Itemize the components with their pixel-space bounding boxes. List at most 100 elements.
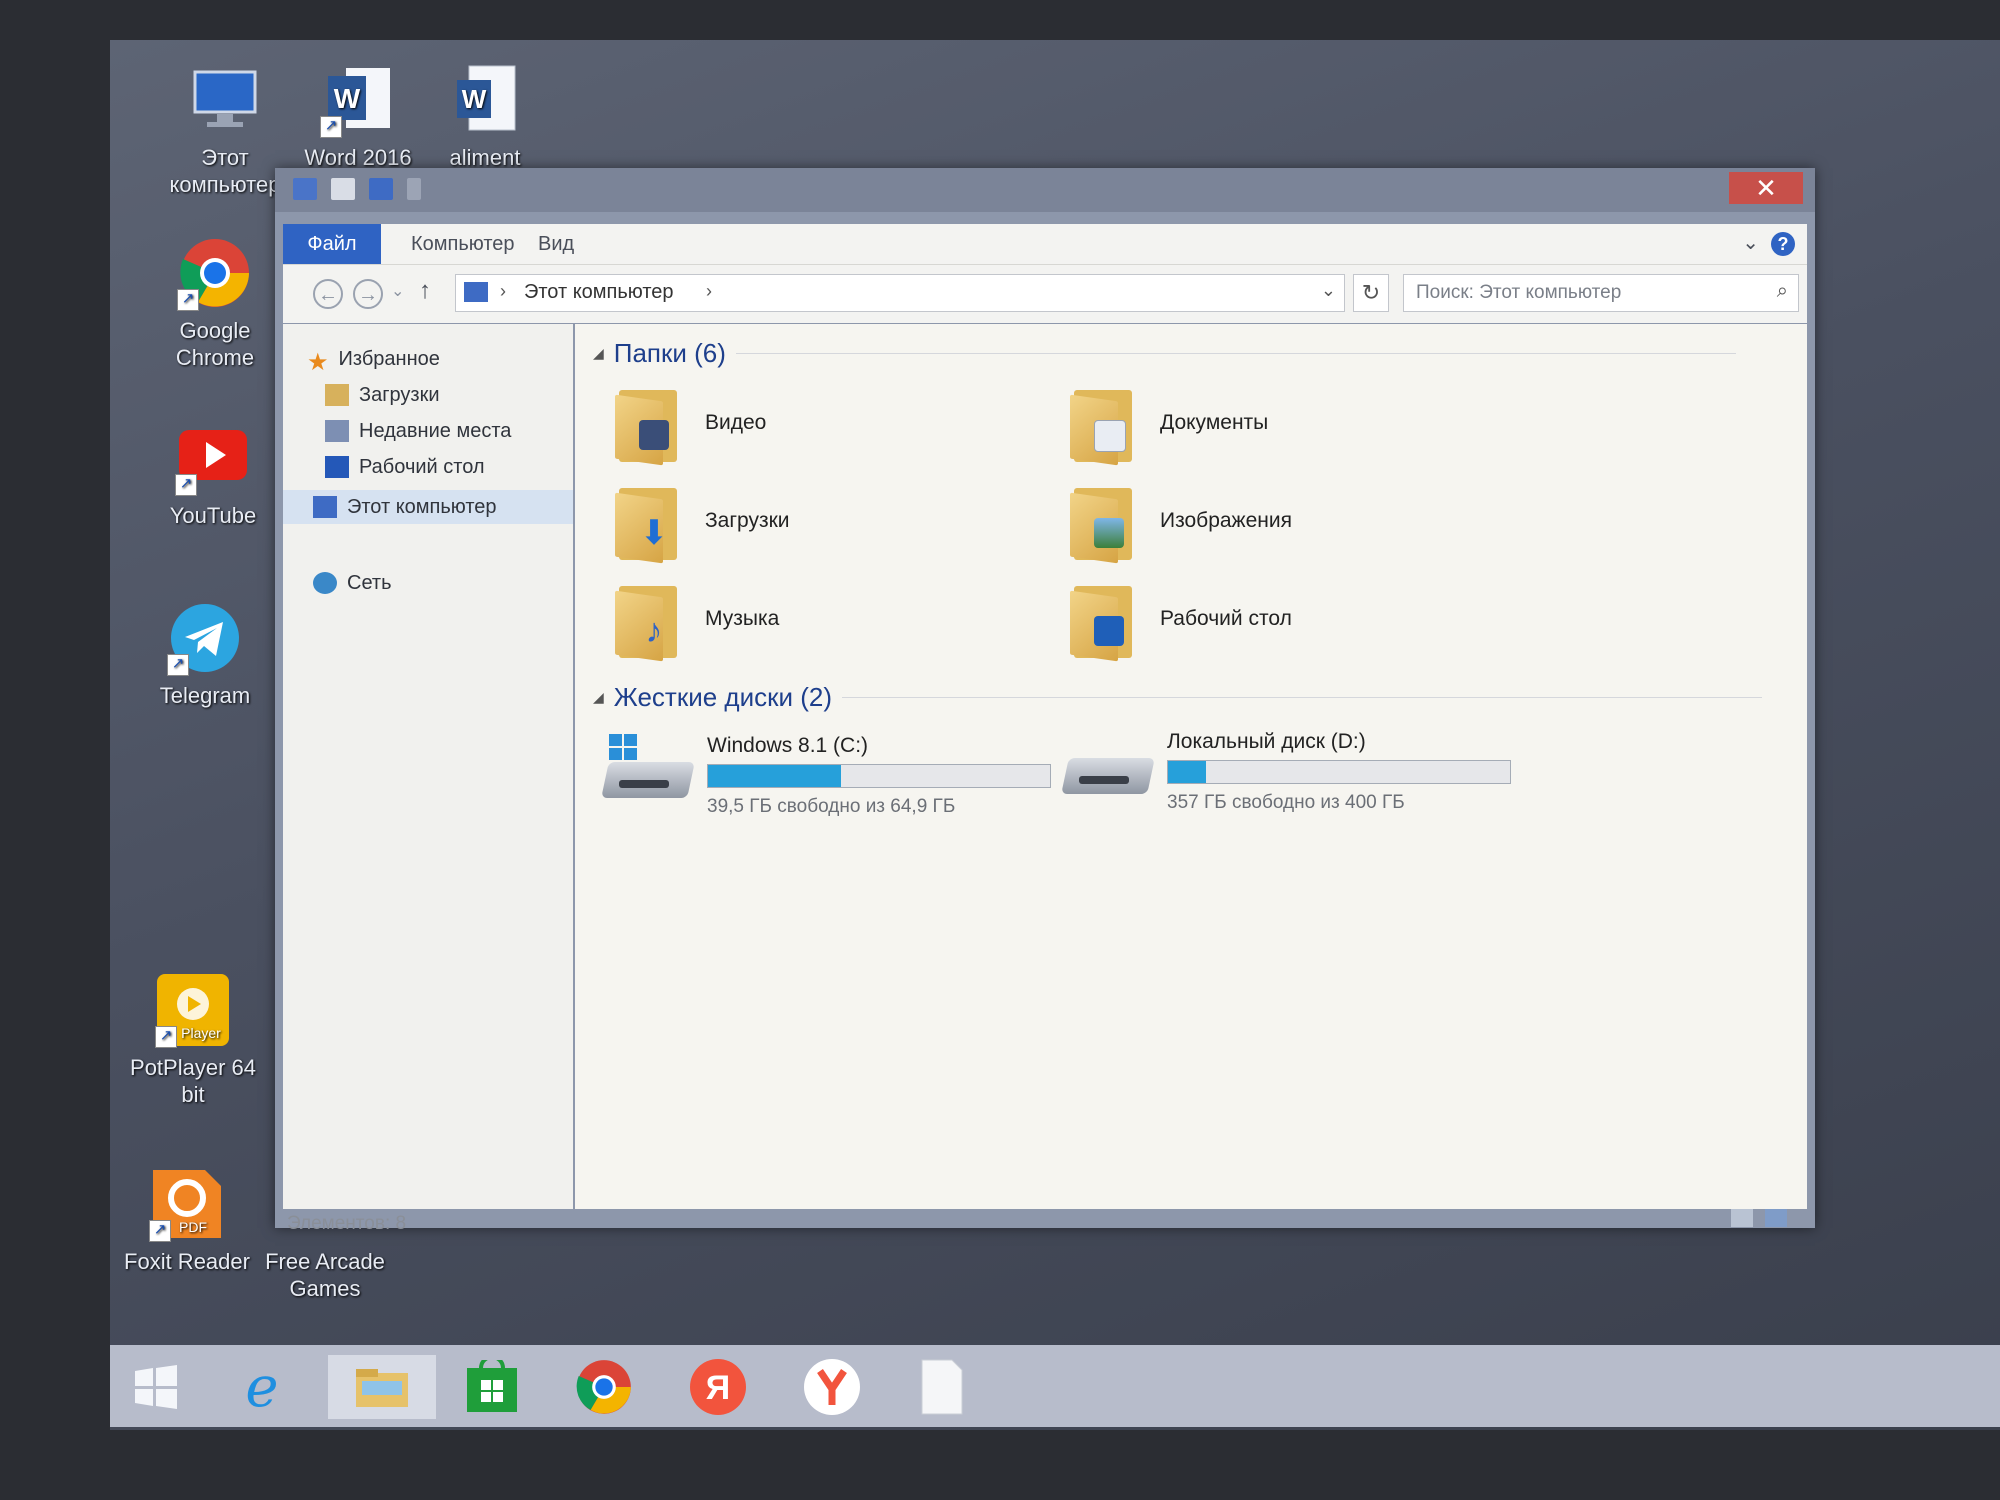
folder-label: Рабочий стол [1160, 607, 1292, 630]
group-divider [735, 353, 1736, 354]
folder-tile-music[interactable]: ♪ Музыка [615, 580, 779, 662]
drives-group-header[interactable]: ◢ Жесткие диски (2) [593, 682, 1763, 713]
this-pc-small-icon [464, 282, 488, 302]
title-bar[interactable]: ✕ [275, 168, 1815, 212]
content-pane: ◢ Папки (6) Видео Документы ⬇ Загрузки И… [575, 324, 1807, 1209]
tab-computer[interactable]: Компьютер [411, 224, 515, 264]
system-drive-icon [601, 734, 695, 804]
nav-recent-places[interactable]: Недавние места [325, 416, 511, 446]
svg-text:W: W [334, 83, 361, 114]
folders-group-header[interactable]: ◢ Папки (6) [593, 338, 1736, 369]
desktop-icon-label: Free Arcade Games [265, 1249, 385, 1301]
drive-usage-fill [1168, 761, 1206, 783]
desktop-icon-aliment[interactable]: W aliment [410, 62, 560, 171]
folder-tile-video[interactable]: Видео [615, 384, 766, 466]
group-divider [842, 697, 1763, 698]
taskbar-file-explorer[interactable] [328, 1355, 436, 1419]
windows-logo-icon [135, 1365, 177, 1409]
desktop-icon-label: YouTube [169, 503, 257, 528]
search-icon: ⌕ [1776, 280, 1788, 302]
shortcut-arrow-icon: ↗ [320, 116, 342, 138]
desktop-folder-icon [325, 456, 349, 478]
desktop-icon-label: Google Chrome [175, 318, 255, 370]
shortcut-arrow-icon: ↗ [175, 474, 197, 496]
chevron-down-icon[interactable]: ⌄ [1742, 230, 1759, 255]
help-icon[interactable]: ? [1771, 232, 1795, 256]
folder-tile-pictures[interactable]: Изображения [1070, 482, 1292, 564]
refresh-button[interactable]: ↻ [1353, 274, 1389, 312]
taskbar-internet-explorer[interactable]: e [230, 1355, 294, 1420]
status-bar: Элементов: 8 [283, 1209, 1807, 1239]
document-icon [921, 1359, 963, 1415]
potplayer-badge: Player [181, 1025, 221, 1041]
taskbar-notepad[interactable] [910, 1355, 974, 1419]
properties-icon[interactable] [331, 178, 355, 200]
recent-locations-chevron-icon[interactable]: ⌄ [391, 281, 404, 301]
desktop-icon-youtube[interactable]: ↗ YouTube [138, 420, 288, 529]
forward-button[interactable]: → [353, 279, 383, 309]
drive-tile-d[interactable]: Локальный диск (D:) 357 ГБ свободно из 4… [1061, 730, 1511, 814]
collapse-triangle-icon[interactable]: ◢ [593, 345, 604, 362]
nav-this-pc[interactable]: Этот компьютер [313, 492, 497, 522]
start-button[interactable] [124, 1355, 188, 1419]
taskbar-windows-store[interactable] [460, 1355, 524, 1419]
telegram-icon: ↗ [167, 600, 243, 676]
navigation-pane: ★ Избранное Загрузки Недавние места Рабо… [283, 324, 573, 1209]
folder-label: Загрузки [705, 509, 790, 532]
nav-network[interactable]: Сеть [313, 568, 391, 598]
recent-places-icon [325, 420, 349, 442]
local-drive-icon [1061, 730, 1155, 800]
item-count: Элементов: 8 [287, 1213, 407, 1234]
this-pc-small-icon[interactable] [293, 178, 317, 200]
documents-folder-icon [1070, 384, 1136, 466]
desktop-icon-label: PotPlayer 64 bit [130, 1055, 256, 1107]
drives-group-title: Жесткие диски (2) [613, 682, 833, 712]
up-button[interactable]: ↑ [419, 277, 431, 305]
drive-tile-c[interactable]: Windows 8.1 (C:) 39,5 ГБ свободно из 64,… [601, 734, 1051, 818]
desktop-icon-chrome[interactable]: ↗ Google Chrome [140, 235, 290, 371]
svg-text:Я: Я [706, 1369, 730, 1407]
address-dropdown-icon[interactable]: ⌄ [1321, 280, 1336, 301]
downloads-folder-icon [325, 384, 349, 406]
folder-tile-downloads[interactable]: ⬇ Загрузки [615, 482, 790, 564]
close-button[interactable]: ✕ [1729, 172, 1803, 204]
monitor-icon [187, 62, 263, 138]
drive-label: Windows 8.1 (C:) [707, 734, 869, 757]
back-button[interactable]: ← [313, 279, 343, 309]
desktop-icon-label: Telegram [159, 683, 251, 708]
customize-toolbar-icon[interactable] [407, 178, 421, 200]
explorer-window: ✕ Файл Компьютер Вид ⌄ ? ← → ⌄ ↑ › Этот … [275, 168, 1815, 1234]
breadcrumb[interactable]: Этот компьютер [524, 281, 674, 304]
breadcrumb-separator-icon: › [500, 281, 506, 301]
desktop-icon-telegram[interactable]: ↗ Telegram [130, 600, 280, 709]
network-icon [313, 572, 337, 594]
folder-tile-desktop[interactable]: Рабочий стол [1070, 580, 1292, 662]
taskbar-yandex-browser[interactable] [800, 1355, 864, 1419]
shortcut-arrow-icon: ↗ [167, 654, 189, 676]
folder-tile-documents[interactable]: Документы [1070, 384, 1268, 466]
desktop-icon-label: Foxit Reader [124, 1249, 250, 1274]
taskbar-yandex[interactable]: Я [686, 1355, 750, 1419]
taskbar-chrome[interactable] [572, 1355, 636, 1419]
desktop-icon-foxit[interactable]: PDF ↗ Foxit Reader [112, 1166, 262, 1275]
tab-view[interactable]: Вид [538, 224, 574, 264]
new-folder-icon[interactable] [369, 178, 393, 200]
drive-usage-bar [1167, 760, 1511, 784]
svg-text:W: W [462, 84, 487, 114]
collapse-triangle-icon[interactable]: ◢ [593, 689, 604, 706]
word-icon: W ↗ [320, 62, 396, 138]
breadcrumb-separator-icon[interactable]: › [706, 281, 712, 302]
folders-group-title: Папки (6) [613, 338, 726, 368]
address-bar[interactable]: › Этот компьютер › ⌄ [455, 274, 1345, 312]
search-input[interactable]: Поиск: Этот компьютер ⌕ [1403, 274, 1799, 312]
drive-free-space: 357 ГБ свободно из 400 ГБ [1167, 792, 1405, 813]
desktop-icon-potplayer[interactable]: Player ↗ PotPlayer 64 bit [118, 972, 268, 1108]
tab-file[interactable]: Файл [283, 224, 381, 264]
large-icons-view-icon[interactable] [1765, 1209, 1787, 1227]
nav-desktop[interactable]: Рабочий стол [325, 452, 485, 482]
nav-downloads[interactable]: Загрузки [325, 380, 440, 410]
taskbar: e Я [110, 1345, 2000, 1427]
nav-favorites[interactable]: ★ Избранное [307, 344, 440, 377]
details-view-icon[interactable] [1731, 1209, 1753, 1227]
search-placeholder: Поиск: Этот компьютер [1416, 282, 1622, 303]
